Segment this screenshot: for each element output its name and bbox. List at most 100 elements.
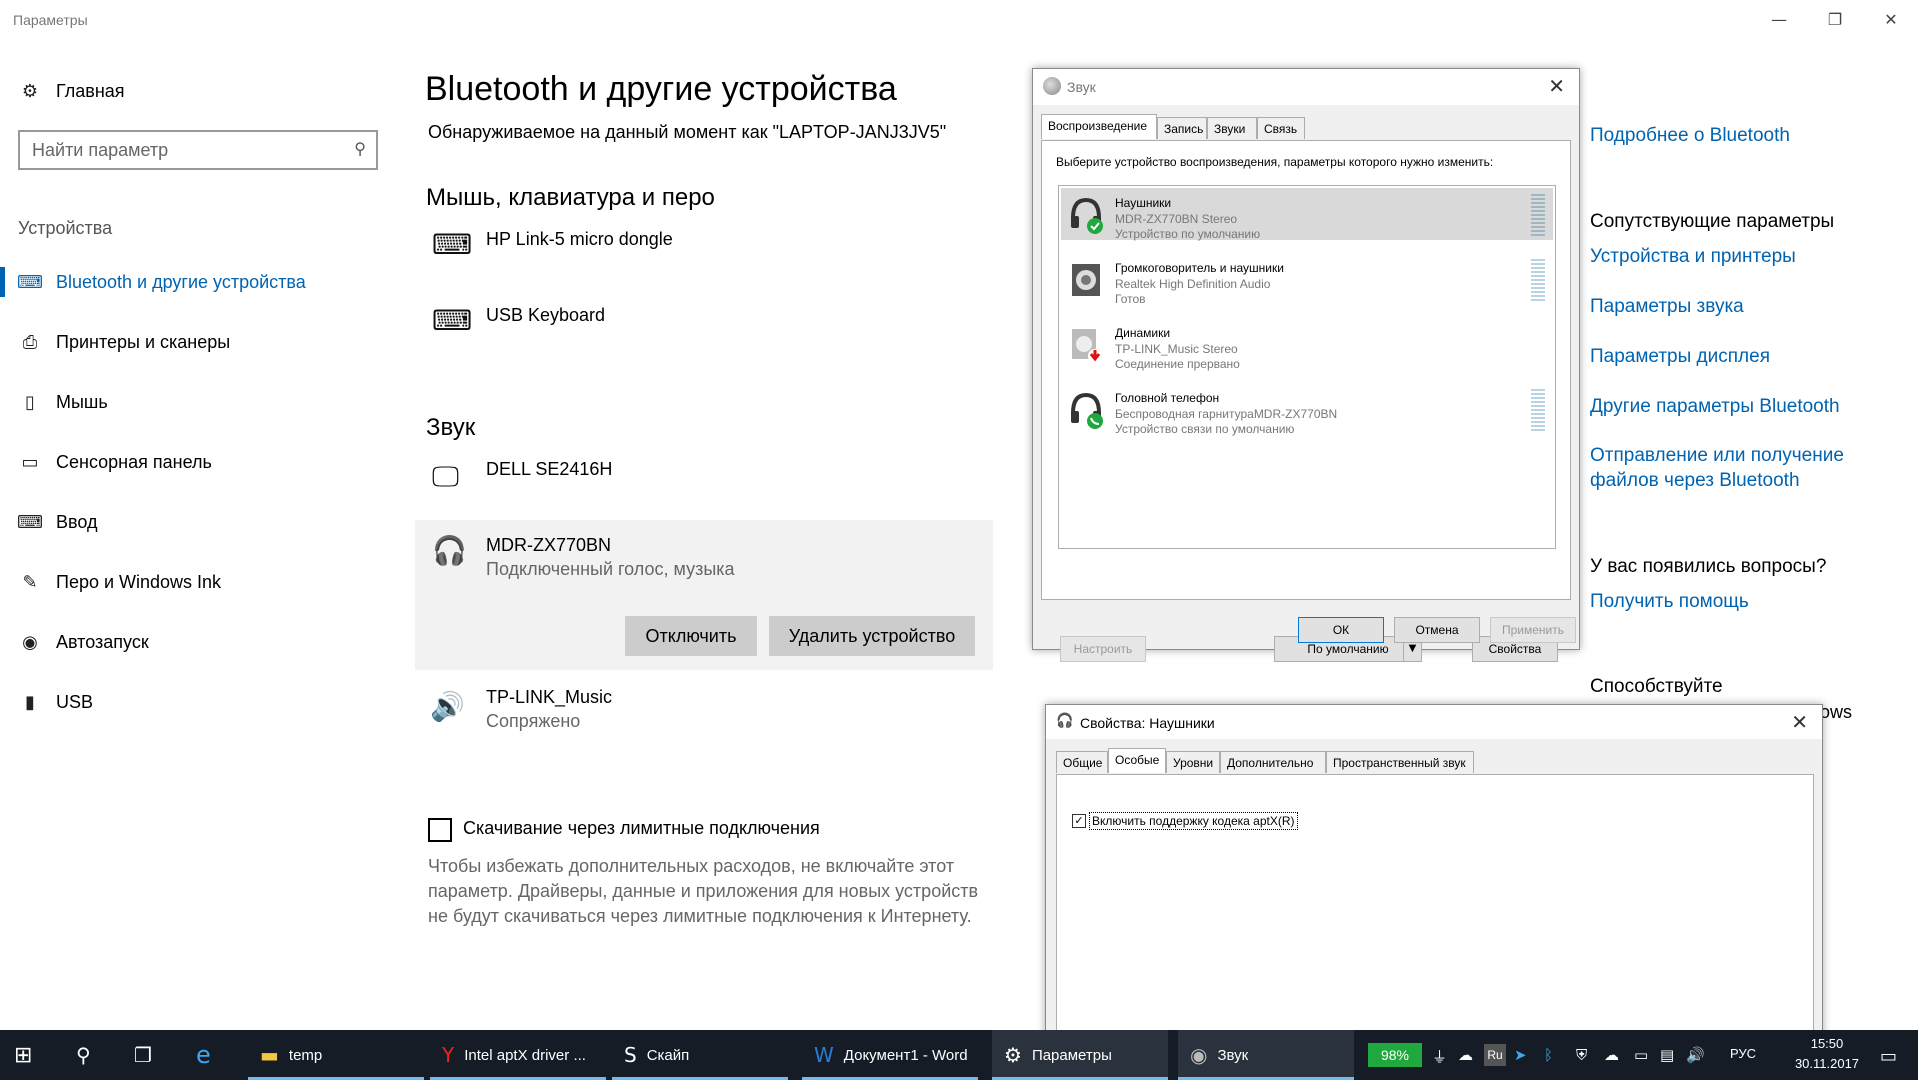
link-display-settings[interactable]: Параметры дисплея (1590, 346, 1770, 368)
close-icon[interactable]: ✕ (1548, 74, 1565, 98)
device-name[interactable]: DELL SE2416H (486, 459, 612, 480)
list-item[interactable]: Громкоговоритель и наушники Realtek High… (1061, 253, 1553, 306)
sidebar-item-usb[interactable]: ▮ USB (0, 677, 410, 727)
sidebar-item-touchpad[interactable]: ▭ Сенсорная панель (0, 437, 410, 487)
link-more-bluetooth[interactable]: Подробнее о Bluetooth (1590, 125, 1790, 147)
taskbar-item-settings[interactable]: ⚙ Параметры (992, 1030, 1168, 1080)
minimize-button[interactable]: — (1756, 6, 1802, 34)
playback-panel: Выберите устройство воспроизведения, пар… (1041, 140, 1571, 662)
device-status: Устройство связи по умолчанию (1115, 422, 1295, 436)
sidebar-home[interactable]: ⚙ Главная (0, 66, 410, 116)
sound-dialog: Звук ✕ Воспроизведение Запись Звуки Связ… (1032, 68, 1580, 662)
taskbar-item-temp[interactable]: ▬ temp (248, 1030, 424, 1080)
tab-levels[interactable]: Уровни (1166, 751, 1220, 773)
tab-sounds[interactable]: Звуки (1207, 117, 1257, 139)
taskbar-label: Звук (1217, 1046, 1249, 1064)
search-icon[interactable]: ⚲ (76, 1030, 91, 1080)
device-status: Сопряжено (486, 711, 581, 731)
aptx-label[interactable]: Включить поддержку кодека aptX(R) (1089, 812, 1298, 830)
link-send-receive-line1[interactable]: Отправление или получение (1590, 445, 1844, 467)
link-send-receive-line2[interactable]: файлов через Bluetooth (1590, 470, 1800, 492)
notifications-icon[interactable]: ▭ (1880, 1046, 1897, 1067)
taskbar-item-word[interactable]: W Документ1 - Word (802, 1030, 978, 1080)
discoverable-text: Обнаруживаемое на данный момент как "LAP… (428, 122, 947, 142)
metered-checkbox[interactable] (428, 818, 452, 842)
telegram-icon[interactable]: ➤ (1514, 1046, 1527, 1064)
pen-icon: ✎ (22, 571, 38, 593)
playback-prompt: Выберите устройство воспроизведения, пар… (1056, 155, 1494, 169)
list-item[interactable]: Наушники MDR-ZX770BN Stereo Устройство п… (1061, 188, 1553, 241)
tab-advanced[interactable]: Дополнительно (1220, 751, 1326, 773)
volume-icon[interactable]: 🔊 (1686, 1046, 1705, 1064)
tab-recording[interactable]: Запись (1157, 117, 1207, 139)
sound-dialog-titlebar: Звук ✕ (1033, 69, 1579, 105)
taskbar-item-sound[interactable]: ◉ Звук (1178, 1030, 1354, 1080)
list-item[interactable]: Динамики TP-LINK_Music Stereo Соединение… (1061, 318, 1553, 371)
tab-general[interactable]: Общие (1056, 751, 1108, 773)
sidebar-item-pen[interactable]: ✎ Перо и Windows Ink (0, 557, 410, 607)
clock-date[interactable]: 30.11.2017 (1778, 1056, 1876, 1071)
tab-playback[interactable]: Воспроизведение (1041, 114, 1157, 139)
properties-titlebar: 🎧 Свойства: Наушники ✕ (1046, 705, 1822, 739)
disconnect-button[interactable]: Отключить (625, 616, 757, 656)
tab-communications[interactable]: Связь (1257, 117, 1305, 139)
device-detail: MDR-ZX770BN Stereo (1115, 212, 1238, 226)
device-name: MDR-ZX770BN (486, 535, 612, 555)
maximize-button[interactable]: ❐ (1812, 6, 1858, 34)
headset-icon (1069, 391, 1103, 429)
sidebar-item-printers[interactable]: ⎙ Принтеры и сканеры (0, 317, 410, 367)
list-item[interactable]: Головной телефон Беспроводная гарнитураM… (1061, 383, 1553, 436)
partial-text: ows (1820, 702, 1853, 722)
device-name[interactable]: USB Keyboard (486, 305, 605, 326)
taskbar-item-skype[interactable]: S Скайп (612, 1030, 788, 1080)
sidebar-item-typing[interactable]: ⌨ Ввод (0, 497, 410, 547)
shield-icon[interactable]: ⛨ (1576, 1046, 1587, 1064)
input-language[interactable]: РУС (1730, 1046, 1756, 1061)
aptx-checkbox[interactable]: ✓ (1072, 814, 1086, 828)
skype-icon: S (624, 1043, 637, 1067)
sidebar-item-mouse[interactable]: ▯ Мышь (0, 377, 410, 427)
link-sound-settings[interactable]: Параметры звука (1590, 296, 1744, 318)
start-button[interactable]: ⊞ (14, 1030, 32, 1080)
sidebar-item-label: Ввод (56, 511, 98, 532)
taskbar-item-yandex[interactable]: Y Intel aptX driver ... (430, 1030, 606, 1080)
tab-spatial[interactable]: Пространственный звук (1326, 751, 1474, 773)
window-title: Параметры (13, 12, 88, 28)
sidebar-item-label: USB (56, 691, 94, 712)
sidebar-item-autoplay[interactable]: ◉ Автозапуск (0, 617, 410, 667)
ok-button[interactable]: ОК (1298, 617, 1384, 643)
configure-button[interactable]: Настроить (1060, 636, 1146, 662)
link-get-help[interactable]: Получить помощь (1590, 591, 1749, 613)
language-badge[interactable]: Ru (1484, 1044, 1506, 1066)
cloud-icon[interactable]: ☁ (1458, 1046, 1473, 1064)
link-more-bt-options[interactable]: Другие параметры Bluetooth (1590, 396, 1840, 418)
device-name[interactable]: HP Link-5 micro dongle (486, 229, 673, 250)
power-plug-icon[interactable]: ⏚ (1432, 1046, 1447, 1067)
close-button[interactable]: ✕ (1868, 6, 1914, 34)
remove-device-button[interactable]: Удалить устройство (769, 616, 975, 656)
device-name[interactable]: TP-LINK_Music (486, 687, 612, 708)
apply-button[interactable]: Применить (1490, 617, 1576, 643)
sidebar-section-title: Устройства (18, 218, 113, 238)
page-title: Bluetooth и другие устройства (425, 70, 897, 108)
link-devices-printers[interactable]: Устройства и принтеры (1590, 246, 1796, 268)
battery-icon[interactable]: ▭ (1634, 1046, 1648, 1064)
close-icon[interactable]: ✕ (1791, 710, 1808, 734)
properties-title: Свойства: Наушники (1080, 715, 1215, 731)
onedrive-icon[interactable]: ☁ (1604, 1046, 1619, 1064)
search-input[interactable]: Найти параметр ⚲ (18, 130, 378, 170)
edge-icon[interactable]: e (196, 1030, 211, 1080)
clock-time[interactable]: 15:50 (1792, 1036, 1862, 1051)
bluetooth-icon[interactable]: ᛒ (1544, 1046, 1553, 1064)
cancel-button[interactable]: Отмена (1394, 617, 1480, 643)
device-name: Динамики (1115, 326, 1171, 340)
sidebar-item-bluetooth[interactable]: ⌨ Bluetooth и другие устройства (0, 257, 410, 307)
selected-device-panel[interactable]: 🎧 MDR-ZX770BN Подключенный голос, музыка… (415, 520, 993, 670)
tab-special[interactable]: Особые (1108, 748, 1166, 773)
special-panel: ✓ Включить поддержку кодека aptX(R) (1056, 774, 1814, 1046)
network-icon[interactable]: ▤ (1660, 1046, 1674, 1064)
headphones-icon (1069, 196, 1103, 234)
task-view-icon[interactable]: ❐ (134, 1030, 152, 1080)
speaker-icon (1069, 261, 1103, 299)
battery-percent[interactable]: 98% (1368, 1043, 1422, 1067)
